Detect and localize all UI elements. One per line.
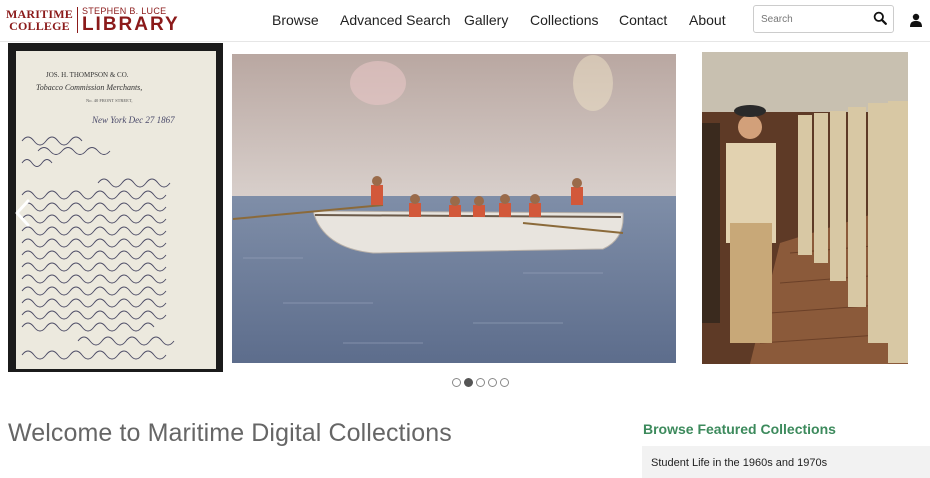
nav-collections[interactable]: Collections bbox=[530, 12, 598, 28]
carousel-dot[interactable] bbox=[452, 378, 461, 387]
carousel-dot-active[interactable] bbox=[464, 378, 473, 387]
chevron-right-icon[interactable] bbox=[906, 198, 924, 228]
featured-collections-heading: Browse Featured Collections bbox=[643, 421, 836, 437]
user-icon[interactable] bbox=[909, 13, 923, 27]
page-title: Welcome to Maritime Digital Collections bbox=[8, 419, 452, 447]
letter-subheading: Tobacco Commission Merchants, bbox=[36, 83, 142, 92]
logo-divider bbox=[76, 7, 78, 33]
letter-image: JOS. H. THOMPSON & CO. Tobacco Commissio… bbox=[8, 43, 223, 372]
carousel-dot[interactable] bbox=[488, 378, 497, 387]
search-icon[interactable] bbox=[873, 11, 887, 25]
logo-library: STEPHEN B. LUCE LIBRARY bbox=[81, 6, 180, 35]
nav-browse[interactable]: Browse bbox=[272, 12, 319, 28]
nav-contact[interactable]: Contact bbox=[619, 12, 667, 28]
nav-gallery[interactable]: Gallery bbox=[464, 12, 508, 28]
letter-heading: JOS. H. THOMPSON & CO. bbox=[46, 71, 129, 79]
rowing-boat-image bbox=[232, 54, 676, 363]
slide-handwritten-letter[interactable]: JOS. H. THOMPSON & CO. Tobacco Commissio… bbox=[8, 43, 223, 372]
search-input[interactable] bbox=[754, 6, 866, 32]
carousel-dot[interactable] bbox=[500, 378, 509, 387]
nav-advanced-search[interactable]: Advanced Search bbox=[340, 12, 451, 28]
search-box bbox=[753, 5, 894, 33]
carousel-dot[interactable] bbox=[476, 378, 485, 387]
nav-about[interactable]: About bbox=[689, 12, 726, 28]
slide-cadet-inspection[interactable] bbox=[690, 43, 930, 372]
carousel-indicators bbox=[452, 378, 509, 387]
letter-place: New York Dec 27 1867 bbox=[91, 115, 175, 125]
image-carousel: JOS. H. THOMPSON & CO. Tobacco Commissio… bbox=[0, 43, 930, 372]
featured-collection-item[interactable]: Student Life in the 1960s and 1970s bbox=[642, 446, 930, 478]
cadet-inspection-image bbox=[702, 52, 909, 364]
chevron-left-icon[interactable] bbox=[14, 198, 32, 228]
library-logo[interactable]: MARITIME COLLEGE STEPHEN B. LUCE LIBRARY bbox=[6, 5, 180, 35]
site-header: MARITIME COLLEGE STEPHEN B. LUCE LIBRARY… bbox=[0, 0, 930, 42]
slide-rowing-boat[interactable] bbox=[223, 43, 690, 372]
logo-maritime-college: MARITIME COLLEGE bbox=[6, 7, 73, 33]
